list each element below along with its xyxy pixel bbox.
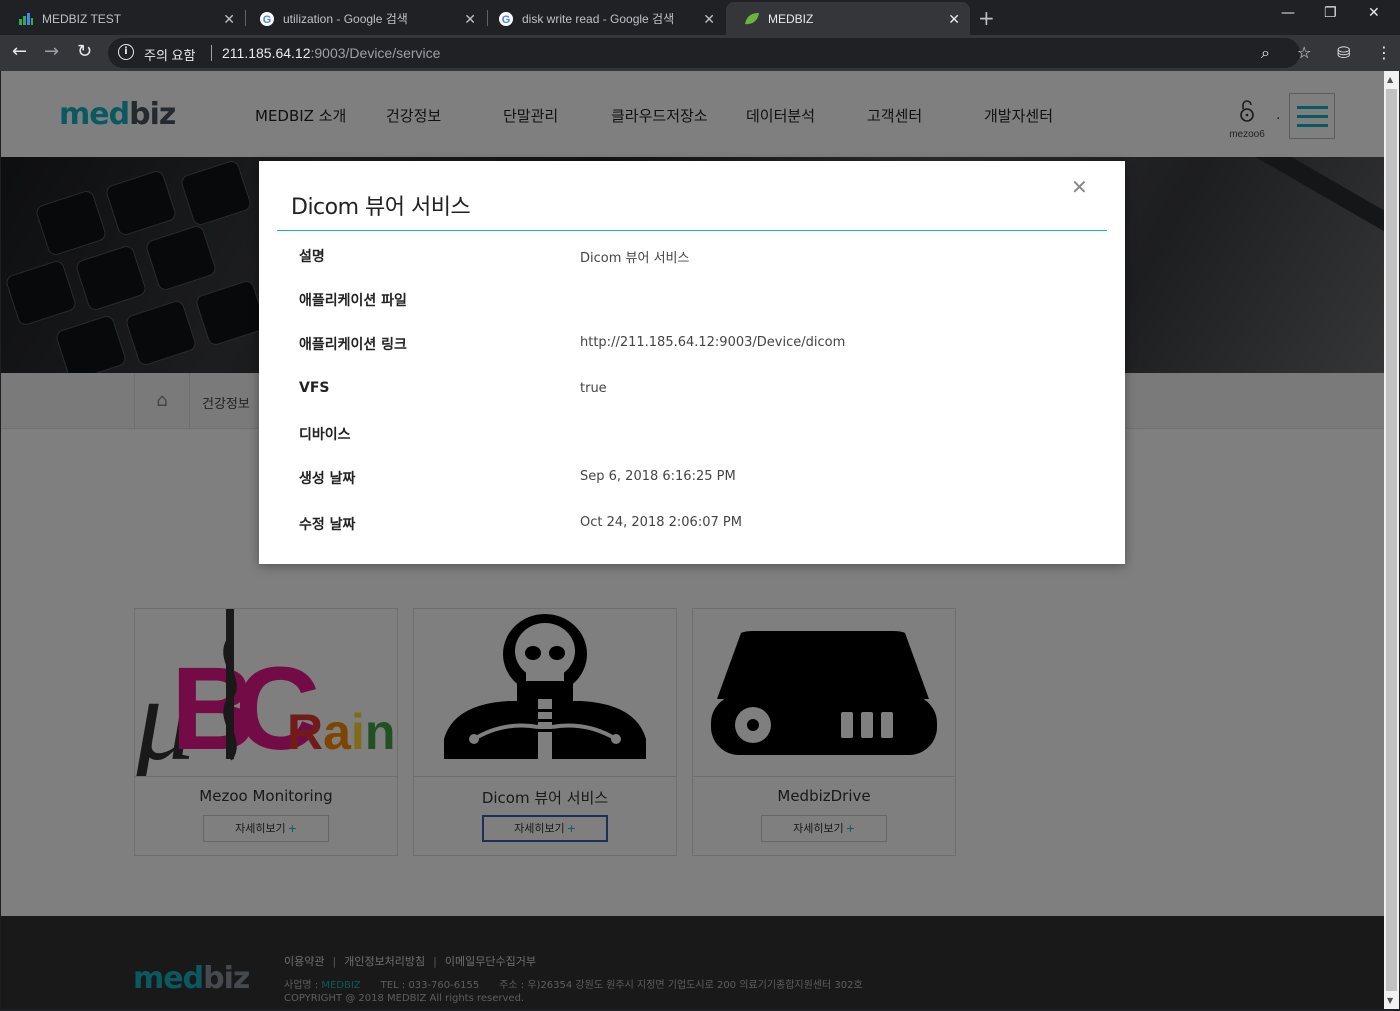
browser-toolbar: ← → ↻ i 주의 요함 211.185.64.12:9003/Device/… [0,35,1400,71]
detail-label: 수정 날짜 [299,517,356,533]
tab-disk-search[interactable]: G disk write read - Google 검색 ✕ [480,2,725,35]
tab-title: disk write read - Google 검색 [522,12,675,26]
detail-value: Dicom 뷰어 서비스 [580,251,690,266]
detail-row-device: 디바이스 [299,424,1099,446]
google-icon: G [498,11,514,27]
detail-row-vfs: VFS true [299,380,1099,402]
minimize-icon[interactable]: — [1281,5,1295,21]
detail-label: VFS [299,380,330,396]
leaf-icon [744,11,760,27]
tab-utilization-search[interactable]: G utilization - Google 검색 ✕ [241,2,486,35]
address-divider [211,45,212,61]
browser-tab-strip: MEDBIZ TEST ✕ G utilization - Google 검색 … [0,0,1400,35]
service-detail-modal: Dicom 뷰어 서비스 ✕ 설명 Dicom 뷰어 서비스 애플리케이션 파일… [259,161,1125,564]
forward-icon[interactable]: → [44,41,59,62]
tab-title: utilization - Google 검색 [283,12,408,26]
detail-row-app-file: 애플리케이션 파일 [299,290,1099,312]
detail-row-description: 설명 Dicom 뷰어 서비스 [299,246,1099,268]
menu-dots-icon[interactable]: ⋮ [1376,43,1392,62]
url-text[interactable]: 211.185.64.12:9003/Device/service [222,45,440,61]
detail-value: Sep 6, 2018 6:16:25 PM [580,469,736,484]
back-icon[interactable]: ← [12,41,27,62]
page-scrollbar[interactable]: ▲ ▼ [1384,71,1399,1009]
tab-close-icon[interactable]: ✕ [948,11,960,28]
tab-close-icon[interactable]: ✕ [223,11,235,28]
svg-text:G: G [502,14,511,26]
google-icon: G [259,11,275,27]
modal-divider [277,230,1107,231]
modal-title: Dicom 뷰어 서비스 [291,195,471,220]
tab-title: MEDBIZ TEST [42,11,122,26]
close-icon[interactable]: ✕ [1071,175,1088,199]
window-close-icon[interactable]: ✕ [1368,5,1380,21]
scroll-down-icon[interactable]: ▼ [1387,996,1393,1005]
detail-row-app-link: 애플리케이션 링크 http://211.185.64.12:9003/Devi… [299,334,1099,356]
svg-text:G: G [263,14,272,26]
detail-label: 디바이스 [299,427,351,443]
tab-medbiz-test[interactable]: MEDBIZ TEST ✕ [0,2,245,35]
security-warning[interactable]: 주의 요함 [144,45,195,64]
new-tab-icon[interactable]: + [978,6,995,30]
tab-close-icon[interactable]: ✕ [464,11,476,28]
reload-icon[interactable]: ↻ [77,41,92,62]
detail-row-created-date: 생성 날짜 Sep 6, 2018 6:16:25 PM [299,468,1099,490]
address-bar[interactable]: i 주의 요함 211.185.64.12:9003/Device/servic… [108,38,1300,68]
detail-row-modified-date: 수정 날짜 Oct 24, 2018 2:06:07 PM [299,514,1099,536]
page-viewport: medbiz MEDBIZ 소개 건강정보 단말관리 클라우드저장소 데이터분석… [1,71,1384,1009]
restore-icon[interactable]: ❐ [1324,5,1337,21]
detail-label: 애플리케이션 파일 [299,293,407,309]
tab-medbiz[interactable]: MEDBIZ ✕ [726,2,970,35]
bookmark-star-icon[interactable]: ☆ [1297,43,1311,62]
tab-close-icon[interactable]: ✕ [703,11,715,28]
zoom-icon[interactable]: ⌕ [1261,43,1270,63]
detail-label: 설명 [299,249,325,265]
scroll-up-icon[interactable]: ▲ [1387,75,1393,84]
info-icon[interactable]: i [118,44,134,60]
bar-chart-icon [18,11,34,27]
tab-title: MEDBIZ [768,11,814,26]
detail-label: 생성 날짜 [299,471,356,487]
scrollbar-thumb[interactable] [1386,89,1397,991]
extension-icon[interactable]: ⛁ [1337,43,1350,62]
detail-label: 애플리케이션 링크 [299,337,407,353]
detail-value[interactable]: http://211.185.64.12:9003/Device/dicom [580,335,845,350]
detail-value: true [580,381,607,396]
detail-value: Oct 24, 2018 2:06:07 PM [580,515,742,530]
